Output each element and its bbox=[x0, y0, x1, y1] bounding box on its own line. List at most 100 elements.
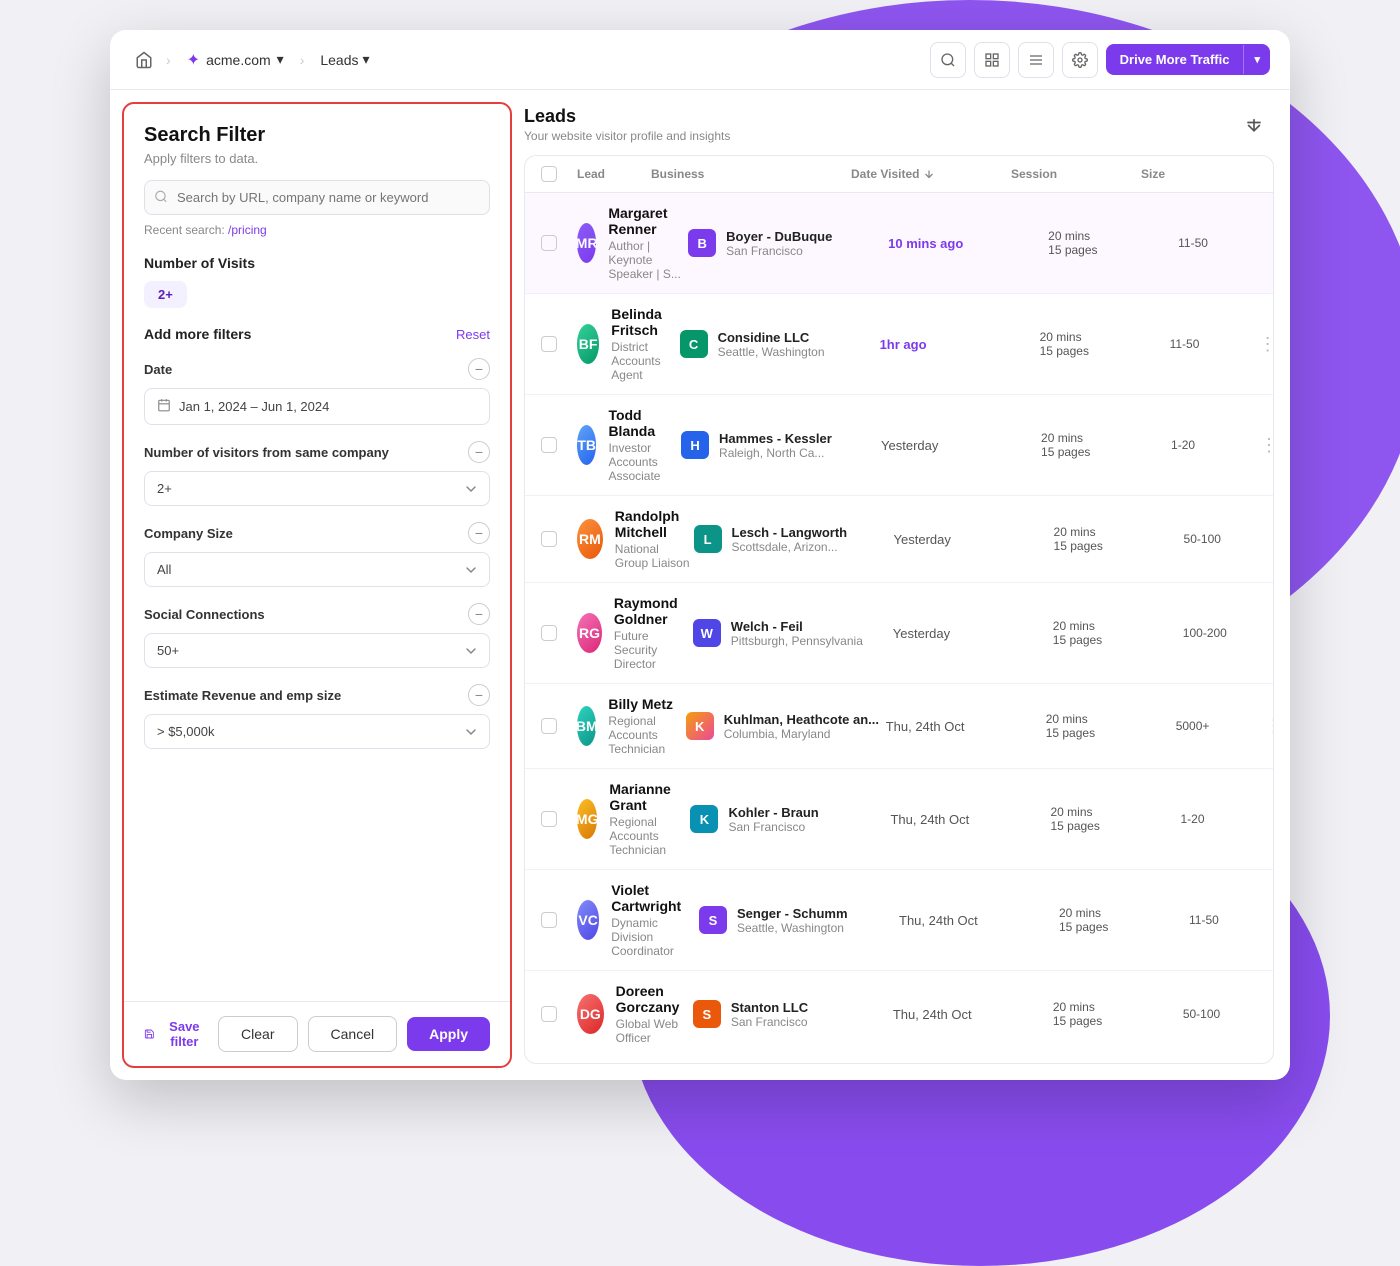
session-pages: 15 pages bbox=[1046, 726, 1176, 740]
search-input[interactable] bbox=[144, 180, 490, 215]
settings-button[interactable] bbox=[1062, 42, 1098, 78]
row-more-button[interactable]: ⋮ bbox=[1250, 334, 1273, 355]
row-more-button[interactable]: ⋮ bbox=[1264, 529, 1273, 550]
biz-logo: K bbox=[690, 805, 718, 833]
save-filter-button[interactable]: Save filter bbox=[144, 1019, 208, 1049]
company-size-label: Company Size bbox=[144, 526, 233, 541]
revenue-label: Estimate Revenue and emp size bbox=[144, 688, 341, 703]
leads-table: Lead Business Date Visited Session Size bbox=[524, 155, 1274, 1064]
session-cell: 20 mins 15 pages bbox=[1040, 330, 1170, 358]
clear-button[interactable]: Clear bbox=[218, 1016, 297, 1052]
date-filter-label: Date bbox=[144, 362, 172, 377]
th-date-visited[interactable]: Date Visited bbox=[851, 167, 1011, 181]
grid-view-button[interactable] bbox=[974, 42, 1010, 78]
row-checkbox[interactable] bbox=[541, 235, 577, 251]
biz-name: Lesch - Langworth bbox=[732, 525, 848, 540]
biz-info: Lesch - Langworth Scottsdale, Arizon... bbox=[732, 525, 848, 554]
date-remove-button[interactable]: − bbox=[468, 358, 490, 380]
leads-breadcrumb[interactable]: Leads ▾ bbox=[312, 47, 377, 72]
home-icon[interactable] bbox=[130, 46, 158, 74]
row-checkbox[interactable] bbox=[541, 531, 577, 547]
session-pages: 15 pages bbox=[1053, 633, 1183, 647]
sort-button[interactable] bbox=[1238, 109, 1270, 141]
lead-info: Margaret Renner Author | Keynote Speaker… bbox=[596, 205, 688, 281]
row-more-button[interactable]: ⋮ bbox=[1256, 716, 1273, 737]
row-checkbox[interactable] bbox=[541, 625, 577, 641]
biz-name: Boyer - DuBuque bbox=[726, 229, 832, 244]
session-cell: 20 mins 15 pages bbox=[1046, 712, 1176, 740]
row-checkbox[interactable] bbox=[541, 718, 577, 734]
row-more-button[interactable]: ⋮ bbox=[1260, 809, 1273, 830]
biz-name: Senger - Schumm bbox=[737, 906, 848, 921]
social-connections-remove-button[interactable]: − bbox=[468, 603, 490, 625]
table-row[interactable]: TB Todd Blanda Investor Accounts Associa… bbox=[525, 395, 1273, 496]
th-lead: Lead bbox=[577, 167, 651, 181]
social-connections-select[interactable]: 50+ 10+ 100+ bbox=[144, 633, 490, 668]
table-body: MR Margaret Renner Author | Keynote Spea… bbox=[525, 193, 1273, 1063]
drive-traffic-label: Drive More Traffic bbox=[1106, 44, 1244, 75]
row-more-button[interactable]: ⋮ bbox=[1258, 233, 1273, 254]
session-pages: 15 pages bbox=[1054, 539, 1184, 553]
revenue-remove-button[interactable]: − bbox=[468, 684, 490, 706]
row-checkbox[interactable] bbox=[541, 811, 577, 827]
row-checkbox[interactable] bbox=[541, 1006, 577, 1022]
table-row[interactable]: RM Randolph Mitchell National Group Liai… bbox=[525, 496, 1273, 583]
lead-name: Raymond Goldner bbox=[614, 595, 693, 627]
th-business: Business bbox=[651, 167, 851, 181]
table-row[interactable]: RG Raymond Goldner Future Security Direc… bbox=[525, 583, 1273, 684]
company-size-remove-button[interactable]: − bbox=[468, 522, 490, 544]
table-row[interactable]: MR Margaret Renner Author | Keynote Spea… bbox=[525, 193, 1273, 294]
visitors-remove-button[interactable]: − bbox=[468, 441, 490, 463]
visitors-select[interactable]: 2+ 1+ 3+ bbox=[144, 471, 490, 506]
list-view-button[interactable] bbox=[1018, 42, 1054, 78]
select-all-checkbox[interactable] bbox=[541, 166, 577, 182]
date-value: Jan 1, 2024 – Jun 1, 2024 bbox=[179, 399, 329, 414]
lead-avatar: BM bbox=[577, 706, 596, 746]
business-cell: B Boyer - DuBuque San Francisco bbox=[688, 229, 888, 258]
session-pages: 15 pages bbox=[1041, 445, 1171, 459]
drive-traffic-button[interactable]: Drive More Traffic ▾ bbox=[1106, 44, 1270, 75]
table-row[interactable]: BM Billy Metz Regional Accounts Technici… bbox=[525, 684, 1273, 769]
business-cell: K Kohler - Braun San Francisco bbox=[690, 805, 890, 834]
row-more-button[interactable]: ⋮ bbox=[1263, 1004, 1273, 1025]
session-cell: 20 mins 15 pages bbox=[1050, 805, 1180, 833]
leads-subtitle: Your website visitor profile and insight… bbox=[524, 129, 730, 143]
right-panel: Leads Your website visitor profile and i… bbox=[524, 90, 1290, 1080]
add-more-filters-row: Add more filters Reset bbox=[144, 326, 490, 342]
biz-name: Stanton LLC bbox=[731, 1000, 808, 1015]
biz-name: Kuhlman, Heathcote an... bbox=[724, 712, 879, 727]
row-checkbox[interactable] bbox=[541, 336, 577, 352]
reset-button[interactable]: Reset bbox=[456, 327, 490, 342]
row-more-button[interactable]: ⋮ bbox=[1251, 435, 1273, 456]
biz-name: Hammes - Kessler bbox=[719, 431, 832, 446]
session-pages: 15 pages bbox=[1059, 920, 1189, 934]
revenue-select[interactable]: > $5,000k > $1,000k > $10,000k bbox=[144, 714, 490, 749]
site-star-icon: ✦ bbox=[187, 50, 200, 70]
date-input[interactable]: Jan 1, 2024 – Jun 1, 2024 bbox=[144, 388, 490, 425]
lead-avatar: DG bbox=[577, 994, 604, 1034]
company-size-select[interactable]: All 1-10 11-50 51-200 bbox=[144, 552, 490, 587]
biz-logo: C bbox=[680, 330, 708, 358]
business-cell: S Stanton LLC San Francisco bbox=[693, 1000, 893, 1029]
table-row[interactable]: VC Violet Cartwright Dynamic Division Co… bbox=[525, 870, 1273, 971]
table-row[interactable]: MG Marianne Grant Regional Accounts Tech… bbox=[525, 769, 1273, 870]
recent-search-link[interactable]: /pricing bbox=[228, 223, 267, 237]
drive-traffic-arrow-icon: ▾ bbox=[1243, 45, 1270, 74]
row-checkbox[interactable] bbox=[541, 912, 577, 928]
row-more-button[interactable]: ⋮ bbox=[1263, 623, 1273, 644]
table-header: Lead Business Date Visited Session Size bbox=[525, 156, 1273, 193]
breadcrumb-chevron-2: › bbox=[300, 52, 305, 68]
th-size: Size bbox=[1141, 167, 1221, 181]
biz-location: Scottsdale, Arizon... bbox=[732, 540, 848, 554]
table-row[interactable]: BF Belinda Fritsch District Accounts Age… bbox=[525, 294, 1273, 395]
apply-button[interactable]: Apply bbox=[407, 1017, 490, 1051]
site-selector[interactable]: ✦ acme.com ▾ bbox=[179, 46, 292, 74]
cancel-button[interactable]: Cancel bbox=[308, 1016, 398, 1052]
biz-name: Kohler - Braun bbox=[728, 805, 818, 820]
row-checkbox[interactable] bbox=[541, 437, 577, 453]
lead-info: Violet Cartwright Dynamic Division Coord… bbox=[599, 882, 699, 958]
session-cell: 20 mins 15 pages bbox=[1054, 525, 1184, 553]
table-row[interactable]: DG Doreen Gorczany Global Web Officer S … bbox=[525, 971, 1273, 1057]
row-more-button[interactable]: ⋮ bbox=[1269, 910, 1273, 931]
search-button[interactable] bbox=[930, 42, 966, 78]
